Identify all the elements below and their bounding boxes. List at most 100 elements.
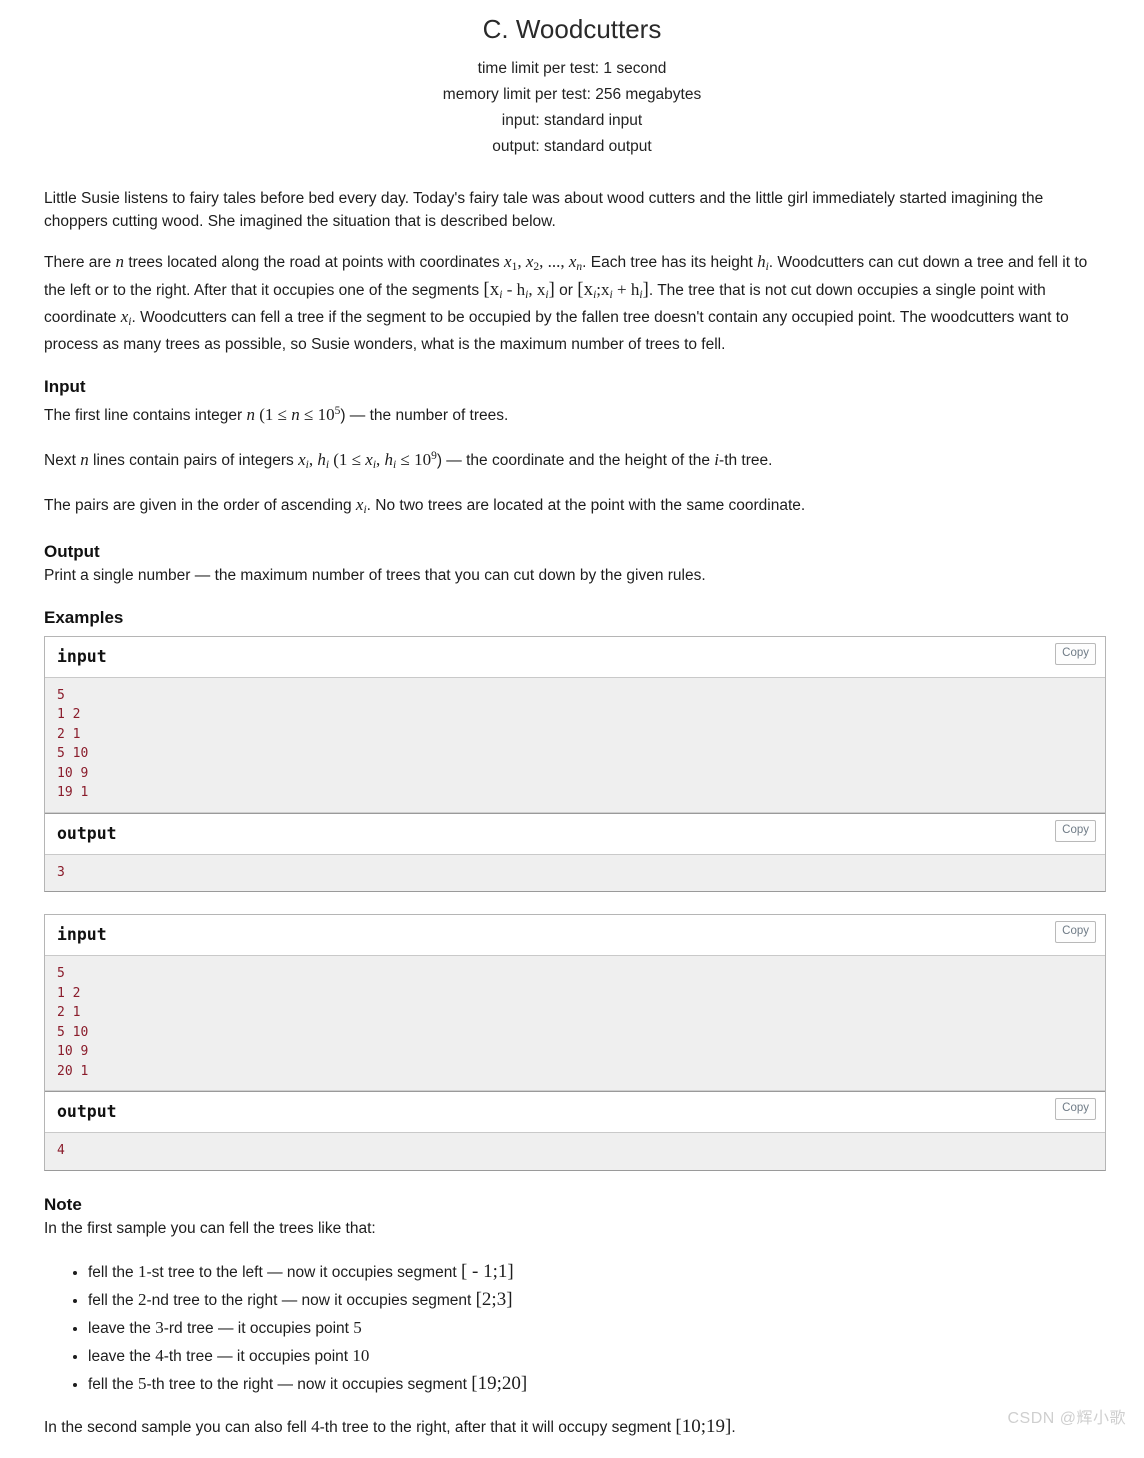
stmt-text: trees located along the road at points w…: [124, 254, 505, 271]
le-op: ≤: [351, 449, 362, 469]
var-x1: x: [504, 252, 512, 271]
var-h: h: [317, 449, 326, 469]
sep: ,: [376, 449, 385, 469]
sample-2-output-data[interactable]: 4: [45, 1133, 1105, 1170]
var-h: h: [384, 449, 394, 469]
txt: fell the: [88, 1292, 138, 1310]
sample-2-input-data[interactable]: 5 1 2 2 1 5 10 10 9 20 1: [45, 956, 1105, 1092]
txt: (1: [254, 404, 278, 424]
sample-test-2: input Copy 5 1 2 2 1 5 10 10 9 20 1 outp…: [44, 914, 1106, 1171]
copy-button-input-2[interactable]: Copy: [1055, 921, 1096, 944]
note-closing: In the second sample you can also fell 4…: [44, 1416, 1106, 1440]
txt: (1: [329, 449, 352, 469]
page-title: C. Woodcutters: [482, 14, 662, 44]
txt: . No two trees are located at the point …: [366, 497, 806, 515]
output-spec-line: output: standard output: [492, 138, 652, 155]
sep: ,: [517, 252, 526, 271]
var-x: x: [361, 449, 373, 469]
sample-1-output-data[interactable]: 3: [45, 854, 1105, 892]
segment-right-1b: ;x: [596, 279, 610, 299]
memory-limit-line: memory limit per test: 256 megabytes: [442, 86, 702, 103]
le-op: ≤: [303, 404, 314, 424]
txt: -nd tree to the right — now it occupies …: [146, 1292, 476, 1310]
sample-1-input-header: input Copy: [45, 636, 1105, 678]
segment-value: [10;19]: [675, 1416, 732, 1438]
txt: leave the: [88, 1348, 156, 1366]
sample-2-output-header: output Copy: [45, 1091, 1105, 1134]
point-value: 10: [352, 1346, 370, 1366]
list-item: fell the 1-st tree to the left — now it …: [88, 1258, 1106, 1286]
input-spec-line: input: standard input: [501, 112, 643, 129]
txt: -th tree — it occupies point: [163, 1348, 353, 1366]
le-op: ≤: [277, 404, 287, 424]
var-n: n: [80, 449, 89, 469]
le-op: ≤: [396, 449, 410, 469]
txt: -st tree to the left — now it occupies s…: [146, 1264, 461, 1282]
problem-page: C. Woodcutters time limit per test: 1 se…: [0, 0, 1144, 1440]
ordinal-number: 4: [155, 1346, 164, 1366]
txt: ) — the coordinate and the height of the: [436, 451, 715, 469]
input-line-3: The pairs are given in the order of asce…: [44, 494, 1106, 522]
section-heading-note: Note: [44, 1194, 82, 1214]
txt: .: [731, 1419, 736, 1437]
section-heading-examples: Examples: [44, 607, 124, 627]
var-h: h: [757, 252, 766, 271]
input-line-2: Next n lines contain pairs of integers x…: [44, 445, 1106, 476]
segment-left-1b: - h: [502, 279, 526, 299]
sample-1-input-data[interactable]: 5 1 2 2 1 5 10 10 9 19 1: [45, 677, 1105, 813]
var-n: n: [286, 404, 304, 424]
txt: ) — the number of trees.: [340, 406, 509, 424]
sample-test-1: input Copy 5 1 2 2 1 5 10 10 9 19 1 outp…: [44, 635, 1106, 893]
var-x: x: [298, 449, 306, 469]
copy-button-input-1[interactable]: Copy: [1055, 642, 1096, 665]
list-item: fell the 5-th tree to the right — now it…: [88, 1370, 1106, 1398]
segment-right-1c: + h: [612, 279, 640, 299]
note-bullet-list: fell the 1-st tree to the left — now it …: [44, 1258, 1106, 1398]
copy-button-output-2[interactable]: Copy: [1055, 1098, 1096, 1121]
txt: fell the: [88, 1264, 138, 1282]
segment-value: [ - 1;1]: [460, 1261, 514, 1283]
txt: In the second sample you can also fell: [44, 1419, 312, 1437]
problem-content: Little Susie listens to fairy tales befo…: [0, 188, 1144, 1440]
output-label: output: [57, 823, 117, 843]
power-base: 10: [409, 449, 432, 469]
problem-header: C. Woodcutters time limit per test: 1 se…: [0, 0, 1144, 160]
segment-value: [19;20]: [471, 1373, 528, 1395]
stmt-text: . Each tree has its height: [582, 254, 758, 271]
list-item: leave the 4-th tree — it occupies point …: [88, 1342, 1106, 1370]
txt: -th tree.: [719, 451, 773, 469]
stmt-text: or: [554, 281, 578, 299]
list-item: fell the 2-nd tree to the right — now it…: [88, 1286, 1106, 1314]
input-line-1: The first line contains integer n (1 ≤ n…: [44, 400, 1106, 427]
output-label: output: [57, 1102, 117, 1122]
ordinal-number: 3: [155, 1318, 164, 1338]
var-n: n: [246, 404, 255, 424]
var-n: n: [115, 252, 125, 271]
sample-tests: input Copy 5 1 2 2 1 5 10 10 9 19 1 outp…: [44, 635, 1106, 1171]
input-label: input: [57, 925, 107, 945]
sample-1-output-header: output Copy: [45, 812, 1105, 855]
txt: The pairs are given in the order of asce…: [44, 497, 356, 515]
copy-button-output-1[interactable]: Copy: [1055, 819, 1096, 842]
section-heading-output: Output: [44, 542, 100, 562]
ordinal-number: 4: [311, 1417, 320, 1437]
input-label: input: [57, 646, 107, 666]
txt: lines contain pairs of integers: [88, 451, 299, 469]
csdn-watermark: CSDN @辉小歌: [1007, 1409, 1126, 1427]
time-limit-line: time limit per test: 1 second: [477, 60, 667, 77]
list-item: leave the 3-rd tree — it occupies point …: [88, 1314, 1106, 1342]
segment-right-1: [x: [577, 278, 594, 300]
power-base: 10: [313, 404, 335, 424]
segment-left-1c: , x: [528, 279, 546, 299]
statement-paragraph-1: Little Susie listens to fairy tales befo…: [44, 190, 1044, 230]
sep-ellipsis: , ...,: [539, 252, 569, 271]
statement-paragraph-2: There are n trees located along the road…: [44, 251, 1106, 357]
output-description: Print a single number — the maximum numb…: [44, 567, 706, 585]
txt: The first line contains integer: [44, 406, 247, 424]
note-intro: In the first sample you can fell the tre…: [44, 1219, 376, 1237]
txt: -th tree to the right — now it occupies …: [146, 1376, 472, 1394]
stmt-text: . Woodcutters can fell a tree if the seg…: [44, 309, 1069, 354]
segment-value: [2;3]: [475, 1289, 513, 1311]
txt: -rd tree — it occupies point: [163, 1320, 354, 1338]
txt: fell the: [88, 1376, 138, 1394]
